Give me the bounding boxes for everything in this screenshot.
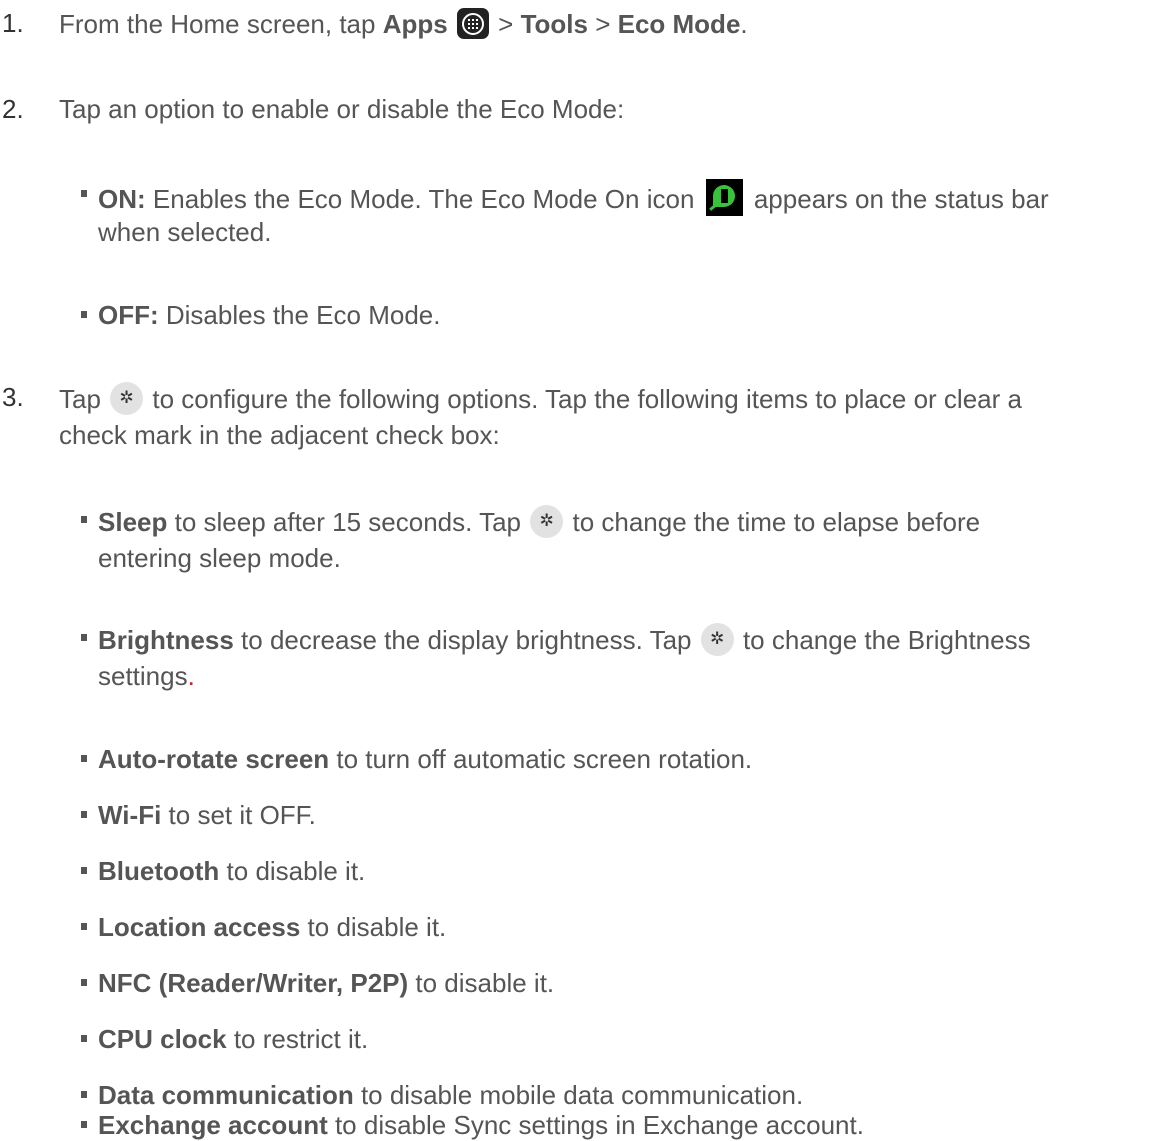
bullet-text: Exchange account to disable Sync setting…	[98, 1110, 864, 1140]
bullet-text: NFC (Reader/Writer, P2P) to disable it.	[98, 968, 555, 998]
step-number: 1.	[2, 8, 24, 38]
step-text: From the Home screen, tap Apps > Tools >…	[59, 8, 748, 39]
bullet-text: Auto-rotate screen to turn off automatic…	[98, 744, 753, 774]
step-text: Tap an option to enable or disable the E…	[59, 94, 625, 124]
step-text: Tap ✲ to configure the following options…	[59, 382, 1022, 415]
bullet-text-continued: entering sleep mode.	[98, 543, 341, 573]
apps-grid-icon	[456, 8, 489, 39]
gear-icon: ✲	[530, 505, 564, 538]
bullet-marker	[81, 634, 87, 641]
bullet-text: Bluetooth to disable it.	[98, 856, 366, 886]
bullet-text: Location access to disable it.	[98, 912, 447, 942]
bullet-marker	[81, 979, 87, 986]
bullet-text-continued: settings.	[98, 661, 195, 691]
bullet-text-continued: when selected.	[98, 217, 272, 247]
bullet-marker	[81, 311, 87, 318]
bullet-text: Data communication to disable mobile dat…	[98, 1080, 804, 1110]
bullet-marker	[81, 516, 87, 523]
step-number: 3.	[2, 382, 24, 412]
apps-label: Apps	[382, 9, 448, 39]
bullet-marker	[81, 867, 87, 874]
bullet-text: CPU clock to restrict it.	[98, 1024, 369, 1054]
bullet-text: Wi-Fi to set it OFF.	[98, 800, 316, 830]
gear-icon: ✲	[700, 623, 734, 656]
eco-mode-on-icon	[705, 179, 743, 216]
eco-mode-label: Eco Mode	[617, 9, 741, 39]
step-number: 2.	[2, 94, 24, 124]
tools-label: Tools	[520, 9, 588, 39]
bullet-text: Brightness to decrease the display brigh…	[98, 623, 1031, 656]
bullet-marker	[81, 1035, 87, 1042]
bullet-marker	[81, 755, 87, 762]
bullet-marker	[81, 923, 87, 930]
bullet-text: OFF: Disables the Eco Mode.	[98, 300, 441, 330]
bullet-text: Sleep to sleep after 15 seconds. Tap ✲ t…	[98, 505, 981, 538]
bullet-text: ON: Enables the Eco Mode. The Eco Mode O…	[98, 179, 1049, 216]
bullet-marker	[81, 190, 87, 197]
bullet-marker	[81, 1091, 87, 1098]
bullet-marker	[81, 811, 87, 818]
step-text-continued: check mark in the adjacent check box:	[59, 420, 500, 450]
bullet-marker	[81, 1121, 87, 1128]
gear-icon: ✲	[110, 382, 144, 415]
